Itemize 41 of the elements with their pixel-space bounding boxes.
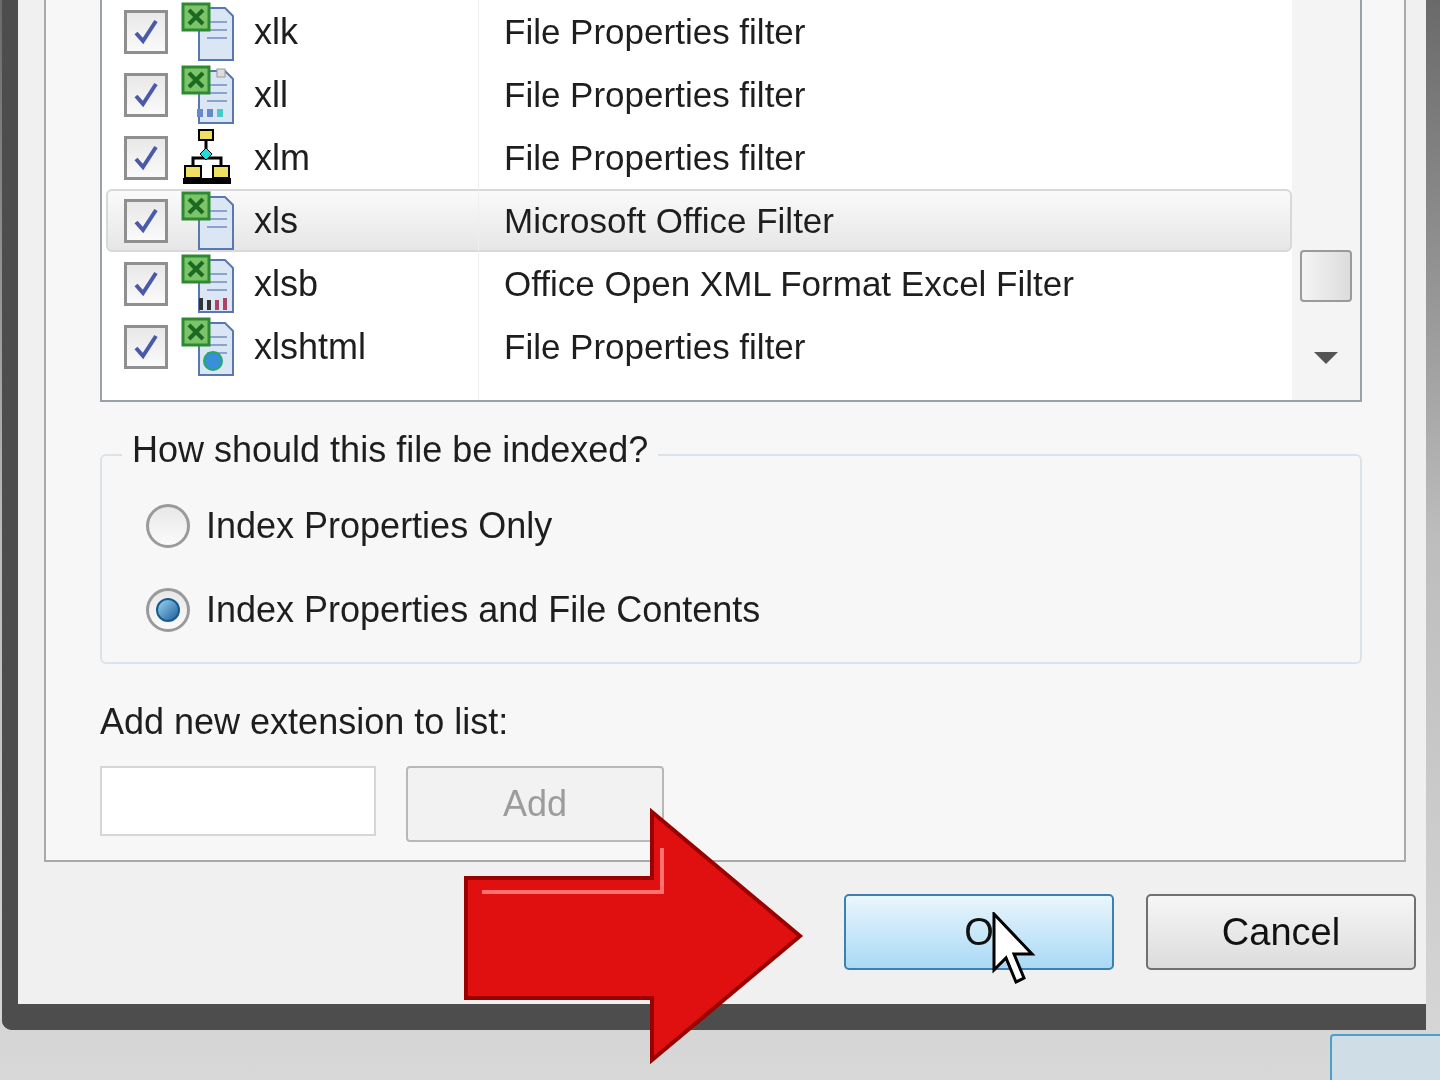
extension-text: xlm [254, 139, 311, 176]
file-type-row[interactable]: xlsb Office Open XML Format Excel Filter [106, 252, 1292, 315]
checkbox[interactable] [124, 261, 168, 306]
checkbox[interactable] [124, 135, 168, 180]
filter-text: Microsoft Office Filter [504, 203, 834, 238]
checkmark-icon [132, 80, 160, 109]
extension-text: xlk [254, 13, 299, 50]
file-type-row[interactable]: xll File Properties filter [106, 63, 1292, 126]
checkbox[interactable] [124, 72, 168, 117]
filter-text: File Properties filter [504, 77, 806, 112]
checkmark-icon [132, 206, 160, 235]
file-type-row[interactable]: xlk File Properties filter [106, 0, 1292, 63]
extension-text: xlshtml [254, 328, 367, 365]
extension-text: xll [254, 76, 289, 113]
scroll-down-arrow-icon[interactable] [1314, 352, 1338, 366]
scrollbar[interactable] [1292, 0, 1360, 400]
scroll-thumb[interactable] [1300, 250, 1352, 302]
dialog-button[interactable]: O [844, 894, 1114, 970]
extension-input-field[interactable] [100, 766, 376, 836]
radio-button[interactable] [146, 504, 190, 548]
checkbox[interactable] [124, 198, 168, 243]
checkmark-icon [132, 332, 160, 361]
extension-text: xlsb [254, 265, 320, 302]
radio-option[interactable]: Index Properties Only [146, 504, 1360, 548]
checkmark-icon [132, 143, 160, 172]
field-label: Add new extension to list: [100, 704, 510, 740]
filter-text: File Properties filter [504, 140, 806, 175]
radio-button[interactable] [146, 588, 190, 632]
filter-text: File Properties filter [504, 329, 806, 364]
extension-text: xls [254, 202, 299, 239]
checkbox[interactable] [124, 324, 168, 369]
file-type-row[interactable]: xlm File Properties filter [106, 126, 1292, 189]
checkmark-icon [132, 17, 160, 46]
checkbox[interactable] [124, 9, 168, 54]
checkmark-icon [132, 269, 160, 298]
filter-text: File Properties filter [504, 14, 806, 49]
radio-option[interactable]: Index Properties and File Contents [146, 588, 1360, 632]
file-type-row[interactable]: xlshtml File Properties filter [106, 315, 1292, 378]
file-type-row[interactable]: xls Microsoft Office Filter [106, 189, 1292, 252]
filter-text: Office Open XML Format Excel Filter [504, 266, 1074, 301]
dialog-button[interactable]: Cancel [1146, 894, 1416, 970]
